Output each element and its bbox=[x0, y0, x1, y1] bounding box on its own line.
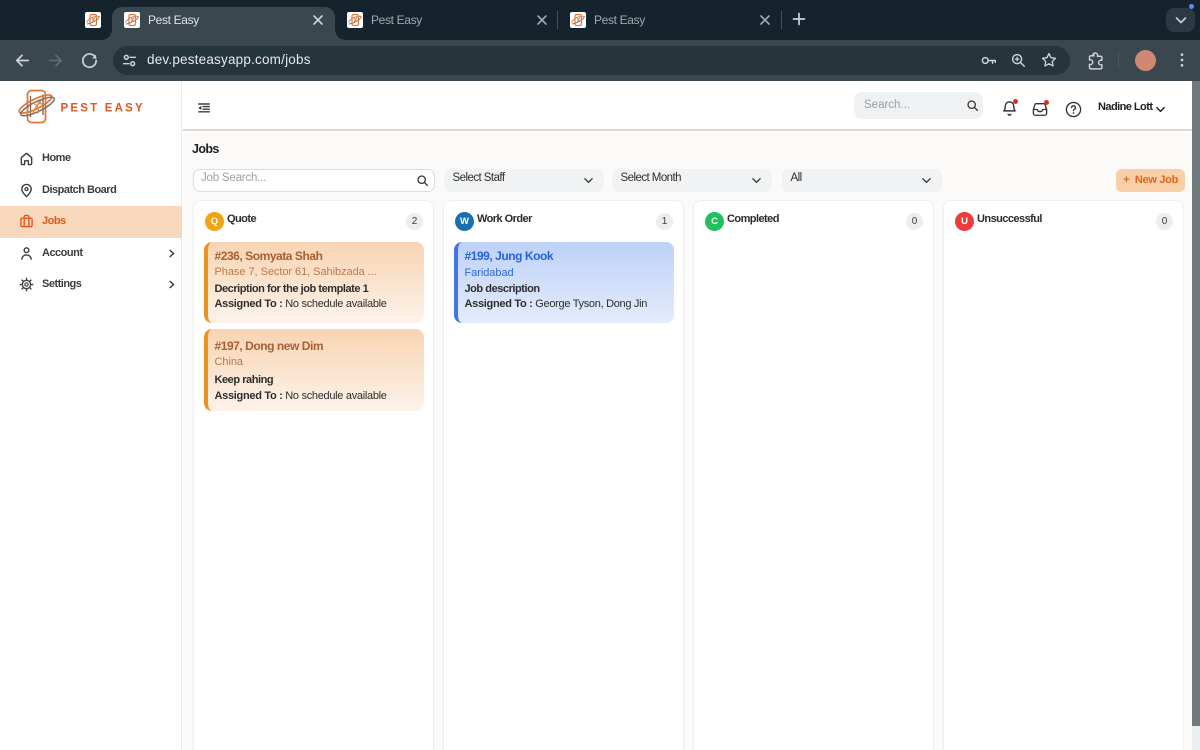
svg-text:PEST EASY: PEST EASY bbox=[61, 103, 145, 115]
